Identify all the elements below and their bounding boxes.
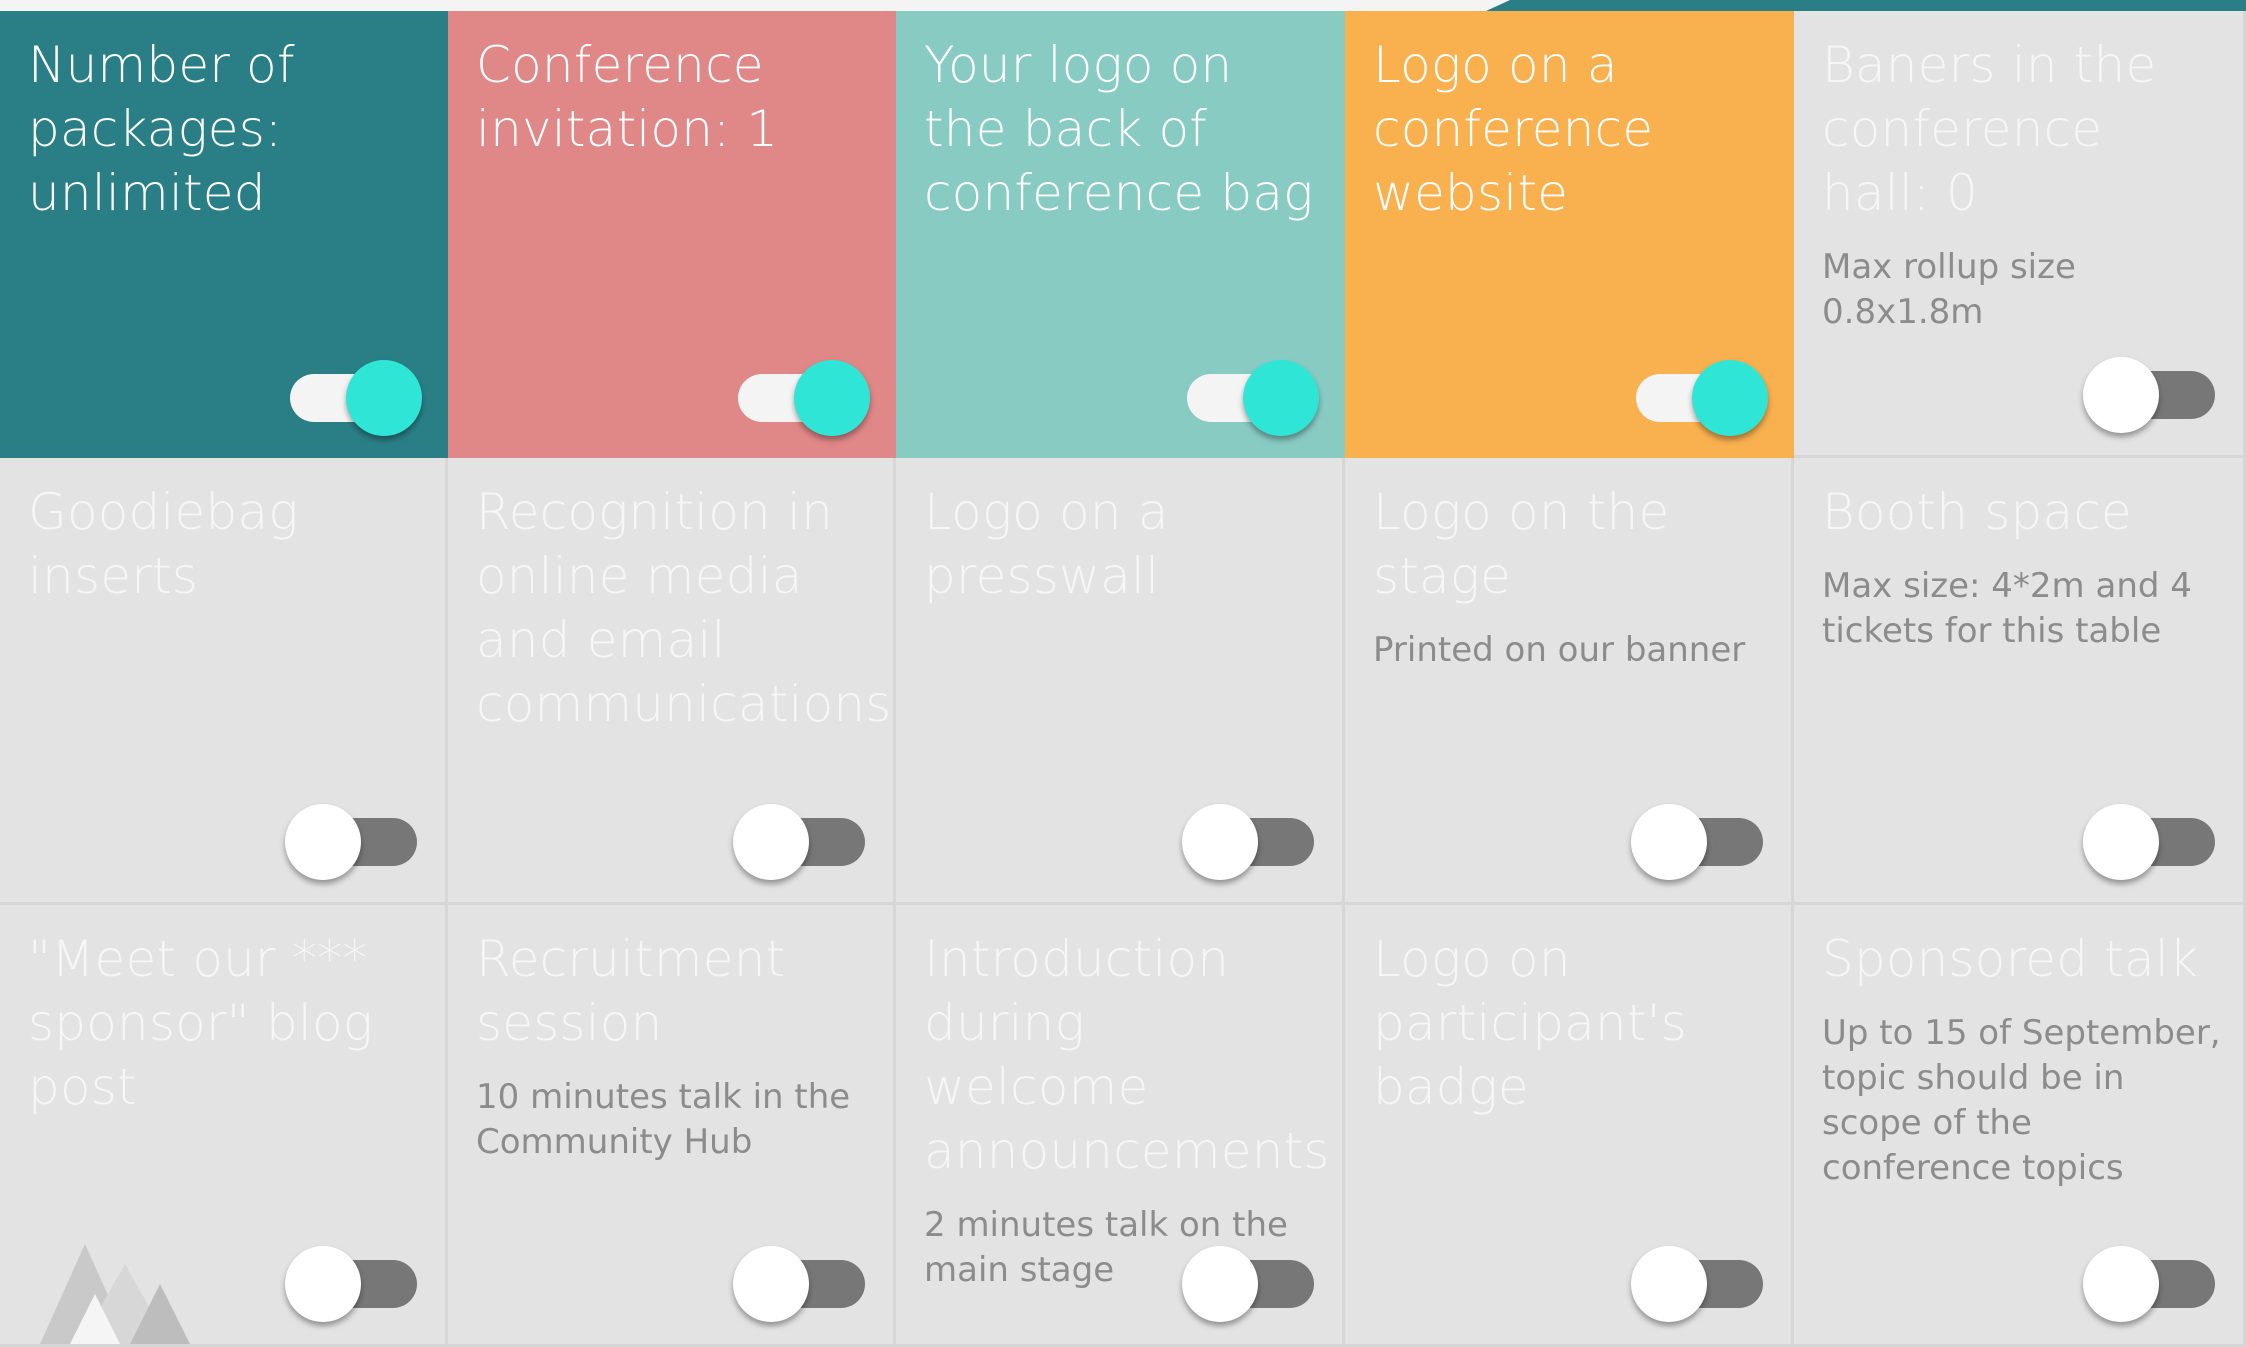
- tile-title: Logo on the stage: [1373, 483, 1670, 605]
- tile-title: Logo on a conference website: [1373, 36, 1654, 222]
- toggle-recruitment-session[interactable]: [733, 1238, 865, 1322]
- tile-welcome-introduction: Introduction during welcome announcement…: [896, 905, 1345, 1347]
- tile-sponsor-blog-post: "Meet our *** sponsor" blog post: [0, 905, 448, 1347]
- toggle-knob: [1631, 1246, 1707, 1322]
- tile-title: Recognition in online media and email co…: [476, 483, 892, 733]
- tile-banners-in-hall: Baners in the conference hall: 0 Max rol…: [1794, 11, 2246, 458]
- toggle-logo-on-bag[interactable]: [1187, 352, 1319, 436]
- toggle-knob: [1692, 360, 1768, 436]
- tile-logo-on-bag: Your logo on the back of conference bag: [896, 11, 1345, 458]
- tile-title: Number of packages: unlimited: [28, 36, 295, 222]
- toggle-welcome-introduction[interactable]: [1182, 1238, 1314, 1322]
- tile-description: Max size: 4*2m and 4 tickets for this ta…: [1822, 566, 2192, 651]
- tile-title: Recruitment session: [476, 930, 786, 1052]
- toggle-knob: [285, 804, 361, 880]
- toggle-knob: [285, 1246, 361, 1322]
- toggle-logo-on-stage[interactable]: [1631, 796, 1763, 880]
- toggle-logo-on-presswall[interactable]: [1182, 796, 1314, 880]
- tile-recruitment-session: Recruitment session 10 minutes talk in t…: [448, 905, 896, 1347]
- tile-logo-on-presswall: Logo on a presswall: [896, 458, 1345, 905]
- mountain-logo-icon: [40, 1244, 190, 1344]
- tile-description: Max rollup size 0.8x1.8m: [1822, 247, 2076, 332]
- toggle-knob: [1182, 1246, 1258, 1322]
- tile-sponsored-talk: Sponsored talk Up to 15 of September, to…: [1794, 905, 2246, 1347]
- toggle-knob: [2083, 357, 2159, 433]
- toggle-knob: [2083, 804, 2159, 880]
- tile-title: Booth space: [1822, 483, 2132, 541]
- tile-logo-on-website: Logo on a conference website: [1345, 11, 1794, 458]
- toggle-knob: [2083, 1246, 2159, 1322]
- tile-title: Baners in the conference hall: 0: [1822, 36, 2157, 222]
- toggle-knob: [733, 804, 809, 880]
- tile-title: Sponsored talk: [1822, 930, 2199, 988]
- toggle-sponsor-blog-post[interactable]: [285, 1238, 417, 1322]
- tile-number-of-packages: Number of packages: unlimited: [0, 11, 448, 458]
- tile-title: Goodiebag inserts: [28, 483, 299, 605]
- tile-title: Your logo on the back of conference bag: [924, 36, 1314, 222]
- toggle-booth-space[interactable]: [2083, 796, 2215, 880]
- tile-description: Printed on our banner: [1373, 630, 1746, 670]
- toggle-knob: [1243, 360, 1319, 436]
- tile-logo-on-stage: Logo on the stage Printed on our banner: [1345, 458, 1794, 905]
- toggle-sponsored-talk[interactable]: [2083, 1238, 2215, 1322]
- toggle-knob: [1631, 804, 1707, 880]
- toggle-online-media-recognition[interactable]: [733, 796, 865, 880]
- toggle-banners-in-hall[interactable]: [2083, 349, 2215, 433]
- top-strip-accent: [1486, 0, 2246, 11]
- tile-title: Introduction during welcome announcement…: [924, 930, 1330, 1180]
- tile-conference-invitation: Conference invitation: 1: [448, 11, 896, 458]
- tile-online-media-recognition: Recognition in online media and email co…: [448, 458, 896, 905]
- package-options-grid: Number of packages: unlimited Conference…: [0, 11, 2246, 1347]
- toggle-logo-on-badge[interactable]: [1631, 1238, 1763, 1322]
- toggle-knob: [794, 360, 870, 436]
- tile-description: Up to 15 of September, topic should be i…: [1822, 1013, 2221, 1188]
- tile-title: "Meet our *** sponsor" blog post: [28, 930, 373, 1116]
- top-strip: [0, 0, 2246, 11]
- toggle-logo-on-website[interactable]: [1636, 352, 1768, 436]
- tile-title: Logo on participant's badge: [1373, 930, 1687, 1116]
- toggle-number-of-packages[interactable]: [290, 352, 422, 436]
- tile-goodiebag-inserts: Goodiebag inserts: [0, 458, 448, 905]
- toggle-knob: [733, 1246, 809, 1322]
- tile-description: 10 minutes talk in the Community Hub: [476, 1077, 851, 1162]
- toggle-conference-invitation[interactable]: [738, 352, 870, 436]
- toggle-knob: [346, 360, 422, 436]
- toggle-knob: [1182, 804, 1258, 880]
- toggle-goodiebag-inserts[interactable]: [285, 796, 417, 880]
- tile-title: Conference invitation: 1: [476, 36, 779, 158]
- tile-logo-on-badge: Logo on participant's badge: [1345, 905, 1794, 1347]
- tile-title: Logo on a presswall: [924, 483, 1169, 605]
- tile-booth-space: Booth space Max size: 4*2m and 4 tickets…: [1794, 458, 2246, 905]
